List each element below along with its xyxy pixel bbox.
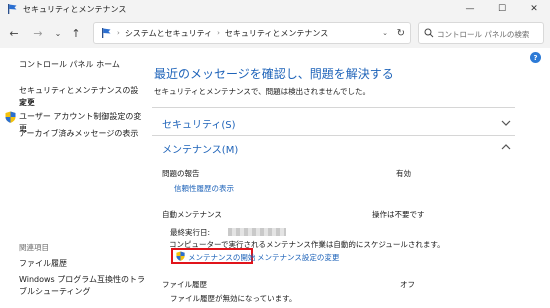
search-icon	[424, 28, 434, 38]
recent-locations-chevron-icon[interactable]: ⌄	[50, 25, 66, 41]
chevron-up-icon[interactable]	[501, 143, 511, 151]
minimize-button[interactable]: —	[456, 0, 484, 18]
uac-shield-icon	[176, 251, 185, 261]
page-title: 最近のメッセージを確認し、問題を解決する	[154, 67, 394, 81]
breadcrumb-separator: ›	[217, 29, 220, 37]
auto-maintenance-label: 自動メンテナンス	[162, 210, 222, 219]
reliability-history-link[interactable]: 信頼性履歴の表示	[174, 183, 234, 194]
main-content: ? 最近のメッセージを確認し、問題を解決する セキュリティとメンテナンスで、問題…	[145, 48, 550, 308]
sidebar-link-change-settings[interactable]: セキュリティとメンテナンスの設定を	[19, 85, 145, 109]
breadcrumb-system-security[interactable]: システムとセキュリティ	[125, 28, 212, 39]
problem-reports-label: 問題の報告	[162, 169, 200, 178]
divider	[152, 135, 515, 136]
forward-arrow-icon[interactable]: →	[30, 25, 46, 41]
chevron-down-icon[interactable]	[501, 119, 511, 127]
help-icon[interactable]: ?	[530, 52, 541, 63]
change-maintenance-settings-link[interactable]: メンテナンス設定の変更	[257, 252, 339, 263]
breadcrumb-security-maintenance[interactable]: セキュリティとメンテナンス	[225, 28, 328, 39]
up-arrow-icon[interactable]: ↑	[68, 25, 84, 41]
related-title: 関連項目	[19, 243, 49, 252]
maximize-button[interactable]: ☐	[488, 0, 516, 18]
refresh-icon[interactable]: ↻	[397, 28, 405, 39]
close-button[interactable]: ✕	[520, 0, 548, 18]
auto-maintenance-status: 操作は不要です	[372, 210, 425, 219]
address-dropdown-chevron-icon[interactable]: ⌄	[382, 29, 388, 37]
start-maintenance-link[interactable]: メンテナンスの開始	[188, 252, 255, 263]
section-maintenance-header[interactable]: メンテナンス(M)	[162, 141, 238, 156]
window-title: セキュリティとメンテナンス	[23, 4, 127, 14]
related-link-compat-troubleshooter-cont[interactable]: ブルシューティング	[19, 286, 91, 298]
page-subtext: セキュリティとメンテナンスで、問題は検出されませんでした。	[154, 87, 370, 96]
sidebar-link-control-panel-home[interactable]: コントロール パネル ホーム	[19, 59, 120, 71]
sidebar-link-change-settings-cont[interactable]: 変更	[19, 97, 35, 109]
sidebar-link-archived-messages[interactable]: アーカイブ済みメッセージの表示	[19, 128, 138, 140]
breadcrumb-separator: ›	[117, 29, 120, 37]
address-field[interactable]: › システムとセキュリティ › セキュリティとメンテナンス ⌄ ↻	[93, 22, 411, 44]
search-placeholder: コントロール パネルの検索	[437, 30, 530, 39]
redacted-last-run-date	[228, 228, 286, 236]
security-maintenance-flag-icon	[8, 4, 17, 14]
file-history-status: オフ	[400, 280, 415, 289]
section-security-header[interactable]: セキュリティ(S)	[162, 116, 236, 131]
related-link-file-history[interactable]: ファイル履歴	[19, 258, 67, 270]
sidebar: コントロール パネル ホーム セキュリティとメンテナンスの設定を 変更 ユーザー…	[0, 48, 145, 308]
problem-reports-status: 有効	[396, 169, 411, 178]
address-bar-row: ← → ⌄ ↑ › システムとセキュリティ › セキュリティとメンテナンス ⌄ …	[0, 18, 550, 48]
file-history-description: ファイル履歴が無効になっています。	[170, 294, 297, 303]
back-arrow-icon[interactable]: ←	[6, 25, 22, 41]
file-history-label: ファイル履歴	[162, 280, 207, 289]
control-panel-flag-icon	[102, 28, 111, 38]
related-link-compat-troubleshooter[interactable]: Windows プログラム互換性のトラ	[19, 274, 145, 286]
last-run-label: 最終実行日:	[170, 228, 211, 237]
search-box[interactable]: コントロール パネルの検索	[418, 22, 544, 44]
divider	[152, 107, 515, 108]
uac-shield-icon	[5, 111, 16, 123]
